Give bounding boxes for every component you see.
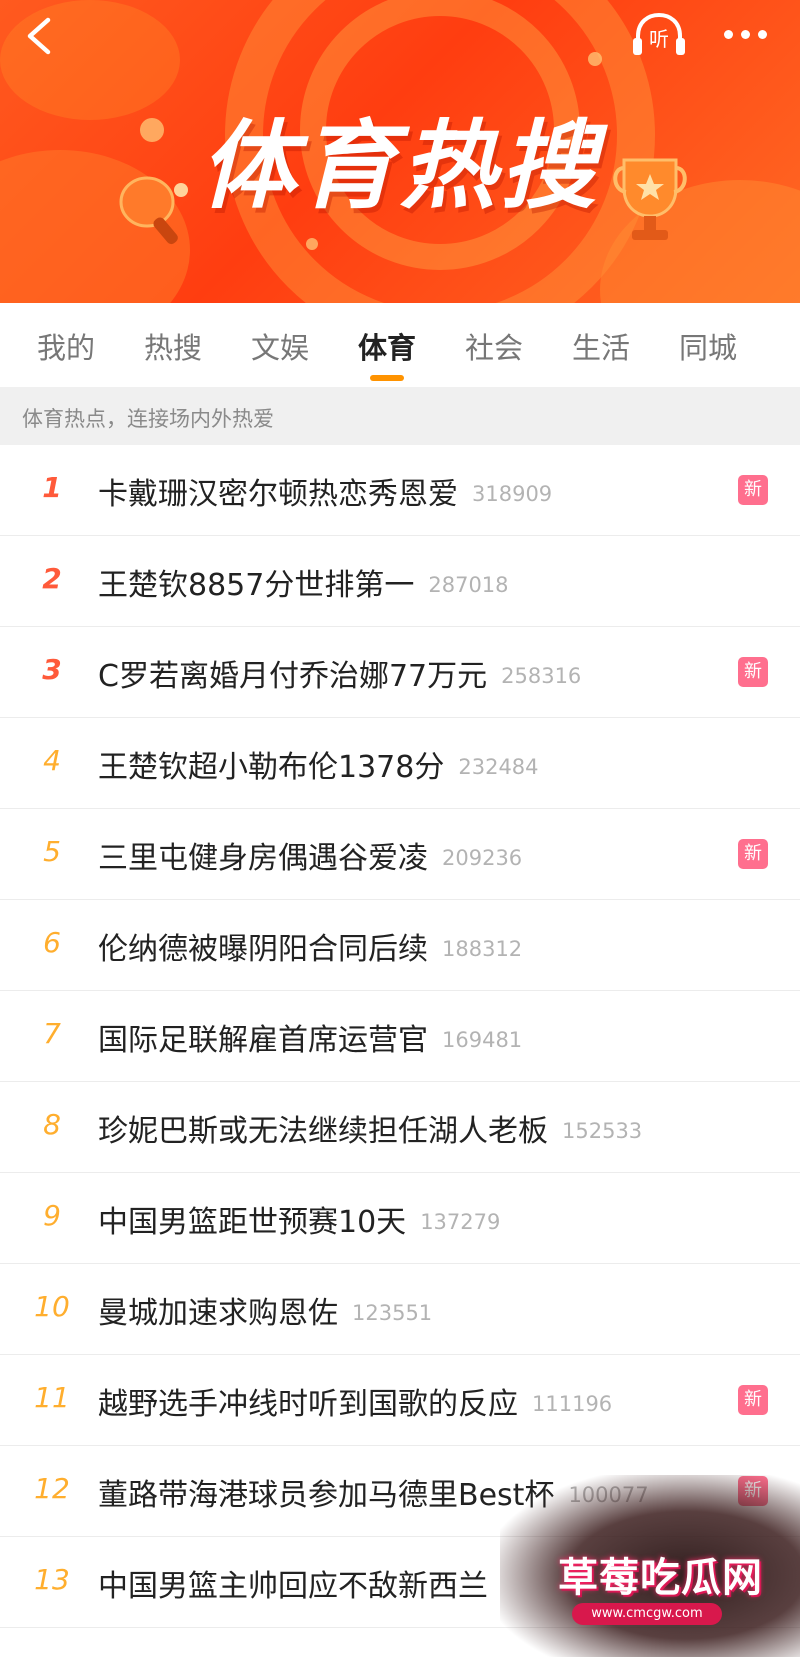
rank-number: 11 (34, 1381, 70, 1414)
rank-number: 9 (43, 1199, 61, 1232)
active-tab-indicator (370, 375, 404, 381)
tab-society[interactable]: 社会 (454, 325, 534, 367)
section-subtitle: 体育热点，连接场内外热爱 (22, 407, 274, 431)
heat-count: 169481 (442, 1028, 523, 1052)
watermark: 草莓吃瓜网 www.cmcgw.com (500, 1475, 800, 1657)
topic-title: C罗若离婚月付乔治娜77万元 258316 (98, 659, 582, 694)
list-item[interactable]: 11 越野选手冲线时听到国歌的反应 111196 新 (0, 1355, 800, 1446)
heat-count: 318909 (472, 482, 553, 506)
new-badge: 新 (738, 475, 768, 505)
topic-title: 王楚钦超小勒布伦1378分 232484 (98, 750, 539, 785)
heat-count: 188312 (442, 937, 523, 961)
list-item[interactable]: 9 中国男篮距世预赛10天 137279 (0, 1173, 800, 1264)
rank-number: 3 (42, 653, 62, 686)
watermark-url: www.cmcgw.com (572, 1603, 722, 1625)
more-button[interactable] (718, 24, 774, 46)
header-banner: 体育热搜 听 (0, 0, 800, 303)
list-item[interactable]: 8 珍妮巴斯或无法继续担任湖人老板 152533 (0, 1082, 800, 1173)
list-item[interactable]: 10 曼城加速求购恩佐 123551 (0, 1264, 800, 1355)
rank-number: 8 (43, 1108, 61, 1141)
banner-decoration (306, 238, 318, 250)
topic-title: 卡戴珊汉密尔顿热恋秀恩爱 318909 (98, 477, 553, 512)
rank-number: 6 (43, 926, 61, 959)
tab-life[interactable]: 生活 (561, 325, 641, 367)
list-item[interactable]: 7 国际足联解雇首席运营官 169481 (0, 991, 800, 1082)
heat-count: 287018 (428, 573, 509, 597)
topic-title: 国际足联解雇首席运营官 169481 (98, 1023, 523, 1058)
heat-count: 137279 (420, 1210, 501, 1234)
rank-number: 10 (34, 1290, 70, 1323)
hot-search-list: 1 卡戴珊汉密尔顿热恋秀恩爱 318909 新 2 王楚钦8857分世排第一 287… (0, 445, 800, 1628)
new-badge: 新 (738, 657, 768, 687)
rank-number: 13 (34, 1563, 70, 1596)
banner-decoration (588, 52, 602, 66)
heat-count: 232484 (458, 755, 539, 779)
new-badge: 新 (738, 1385, 768, 1415)
list-item[interactable]: 3 C罗若离婚月付乔治娜77万元 258316 新 (0, 627, 800, 718)
heat-count: 111196 (532, 1392, 613, 1416)
banner-title: 体育热搜 (200, 110, 600, 222)
topic-title: 珍妮巴斯或无法继续担任湖人老板 152533 (98, 1114, 643, 1149)
tab-local[interactable]: 同城 (668, 325, 748, 367)
new-badge: 新 (738, 839, 768, 869)
rank-number: 2 (42, 562, 62, 595)
topic-title: 伦纳德被曝阴阳合同后续 188312 (98, 932, 523, 967)
back-button[interactable] (22, 14, 58, 58)
more-dots-icon (724, 30, 733, 39)
section-subtitle-bar: 体育热点，连接场内外热爱 (0, 387, 800, 445)
topic-title: 中国男篮距世预赛10天 137279 (98, 1205, 501, 1240)
watermark-text: 草莓吃瓜网 (558, 1555, 763, 1601)
more-dots-icon (741, 30, 750, 39)
rank-number: 1 (42, 471, 62, 504)
heat-count: 258316 (501, 664, 582, 688)
list-item[interactable]: 6 伦纳德被曝阴阳合同后续 188312 (0, 900, 800, 991)
category-tabs: 我的 热搜 文娱 体育 社会 生活 同城 (0, 303, 800, 387)
list-item[interactable]: 2 王楚钦8857分世排第一 287018 (0, 536, 800, 627)
list-item[interactable]: 4 王楚钦超小勒布伦1378分 232484 (0, 718, 800, 809)
tab-mine[interactable]: 我的 (26, 325, 106, 367)
listen-button[interactable]: 听 (630, 12, 688, 58)
topic-title: 王楚钦8857分世排第一 287018 (98, 568, 509, 603)
heat-count: 123551 (352, 1301, 433, 1325)
tab-entertainment[interactable]: 文娱 (240, 325, 320, 367)
topic-title: 曼城加速求购恩佐 123551 (98, 1296, 433, 1331)
tab-sports[interactable]: 体育 (347, 325, 427, 367)
heat-count: 209236 (442, 846, 523, 870)
topic-title: 越野选手冲线时听到国歌的反应 111196 (98, 1387, 613, 1422)
tab-hot-search[interactable]: 热搜 (133, 325, 213, 367)
topic-title: 中国男篮主帅回应不敌新西兰 (98, 1569, 488, 1604)
more-dots-icon (758, 30, 767, 39)
rank-number: 5 (43, 835, 61, 868)
topic-title: 三里屯健身房偶遇谷爱凌 209236 (98, 841, 523, 876)
list-item[interactable]: 5 三里屯健身房偶遇谷爱凌 209236 新 (0, 809, 800, 900)
rank-number: 12 (34, 1472, 70, 1505)
list-item[interactable]: 1 卡戴珊汉密尔顿热恋秀恩爱 318909 新 (0, 445, 800, 536)
listen-label: 听 (649, 27, 669, 51)
heat-count: 152533 (562, 1119, 643, 1143)
chevron-left-icon (27, 17, 51, 55)
rank-number: 7 (43, 1017, 61, 1050)
rank-number: 4 (43, 744, 61, 777)
